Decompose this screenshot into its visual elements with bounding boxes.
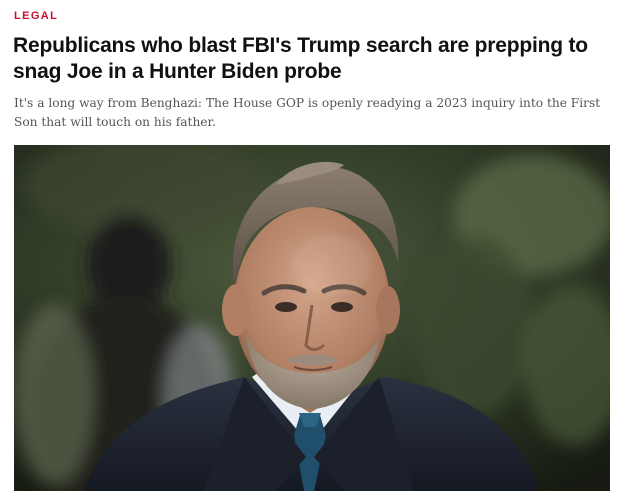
article-card[interactable]: LEGAL Republicans who blast FBI's Trump … xyxy=(0,0,621,491)
section-label[interactable]: LEGAL xyxy=(14,10,58,22)
hero-photo-illustration xyxy=(14,145,610,491)
headline[interactable]: Republicans who blast FBI's Trump search… xyxy=(13,33,613,85)
hero-photo[interactable] xyxy=(14,145,610,491)
article-dek: It's a long way from Benghazi: The House… xyxy=(14,96,601,129)
